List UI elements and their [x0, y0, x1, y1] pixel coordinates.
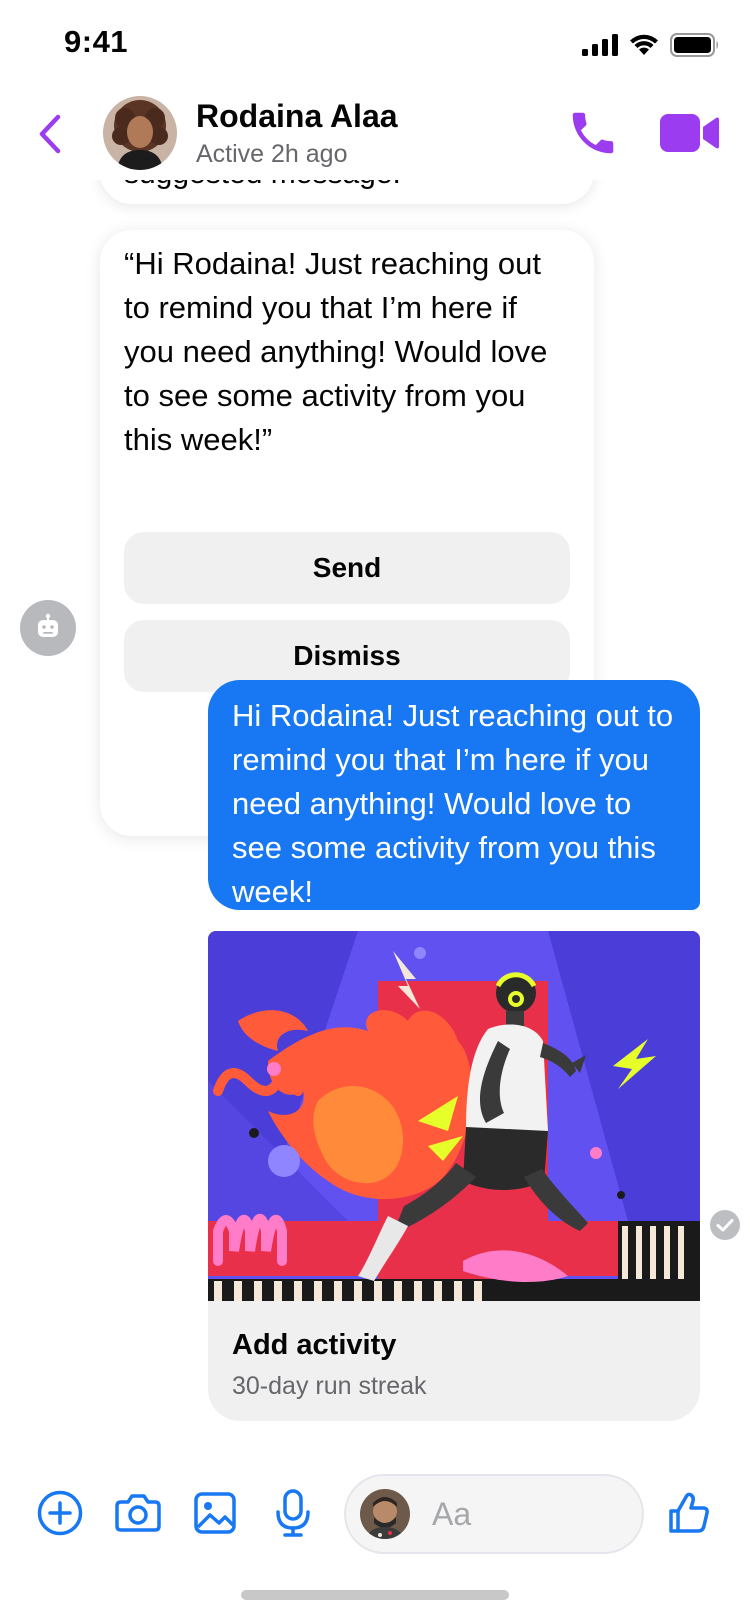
activity-info: Add activity 30-day run streak	[208, 1301, 700, 1421]
status-bar: 9:41	[0, 0, 750, 88]
send-suggestion-button[interactable]: Send	[124, 532, 570, 604]
user-avatar-image	[360, 1489, 410, 1539]
previous-card-text: suggested message.	[124, 180, 401, 194]
message-input[interactable]: Aa	[344, 1474, 644, 1554]
home-indicator	[241, 1590, 509, 1600]
status-icons	[582, 32, 720, 58]
camera-icon	[115, 1494, 161, 1532]
microphone-icon	[276, 1489, 310, 1537]
photo-icon	[194, 1492, 236, 1534]
delivered-check-icon	[710, 1210, 740, 1240]
contact-avatar[interactable]	[103, 96, 177, 170]
thumbs-up-icon	[669, 1492, 709, 1533]
add-button[interactable]	[35, 1488, 85, 1538]
camera-button[interactable]	[113, 1488, 163, 1538]
message-thread[interactable]: suggested message. “Hi Rodaina! Just rea…	[0, 180, 750, 1440]
activity-title: Add activity	[232, 1329, 397, 1361]
conversation-header: Rodaina Alaa Active 2h ago	[0, 88, 750, 180]
previous-suggestion-card: suggested message.	[100, 180, 594, 204]
voice-clip-button[interactable]	[268, 1488, 318, 1538]
message-input-placeholder: Aa	[432, 1495, 472, 1532]
wifi-icon	[630, 34, 658, 55]
message-composer: Aa	[0, 1460, 750, 1570]
suggested-message-text: “Hi Rodaina! Just reaching out to remind…	[124, 246, 548, 457]
activity-card[interactable]: Add activity 30-day run streak	[208, 931, 700, 1421]
phone-icon	[572, 112, 614, 154]
video-camera-icon	[660, 114, 719, 152]
plus-circle-icon	[37, 1490, 83, 1536]
video-call-button[interactable]	[660, 112, 720, 154]
contact-active-status: Active 2h ago	[196, 140, 348, 168]
cellular-signal-icon	[582, 34, 618, 56]
back-button[interactable]	[30, 108, 70, 160]
like-button[interactable]	[664, 1488, 714, 1538]
sent-message-bubble[interactable]: Hi Rodaina! Just reaching out to remind …	[208, 680, 700, 910]
gallery-button[interactable]	[190, 1488, 240, 1538]
robot-icon	[38, 613, 58, 637]
user-avatar	[360, 1489, 410, 1539]
battery-icon	[670, 33, 718, 57]
contact-name: Rodaina Alaa	[196, 98, 398, 134]
status-time: 9:41	[64, 24, 129, 59]
bot-avatar	[20, 600, 76, 656]
contact-avatar-image	[103, 96, 177, 170]
audio-call-button[interactable]	[566, 106, 620, 160]
running-illustration	[208, 931, 700, 1301]
activity-subtitle: 30-day run streak	[232, 1372, 427, 1400]
chevron-left-icon	[39, 114, 61, 154]
